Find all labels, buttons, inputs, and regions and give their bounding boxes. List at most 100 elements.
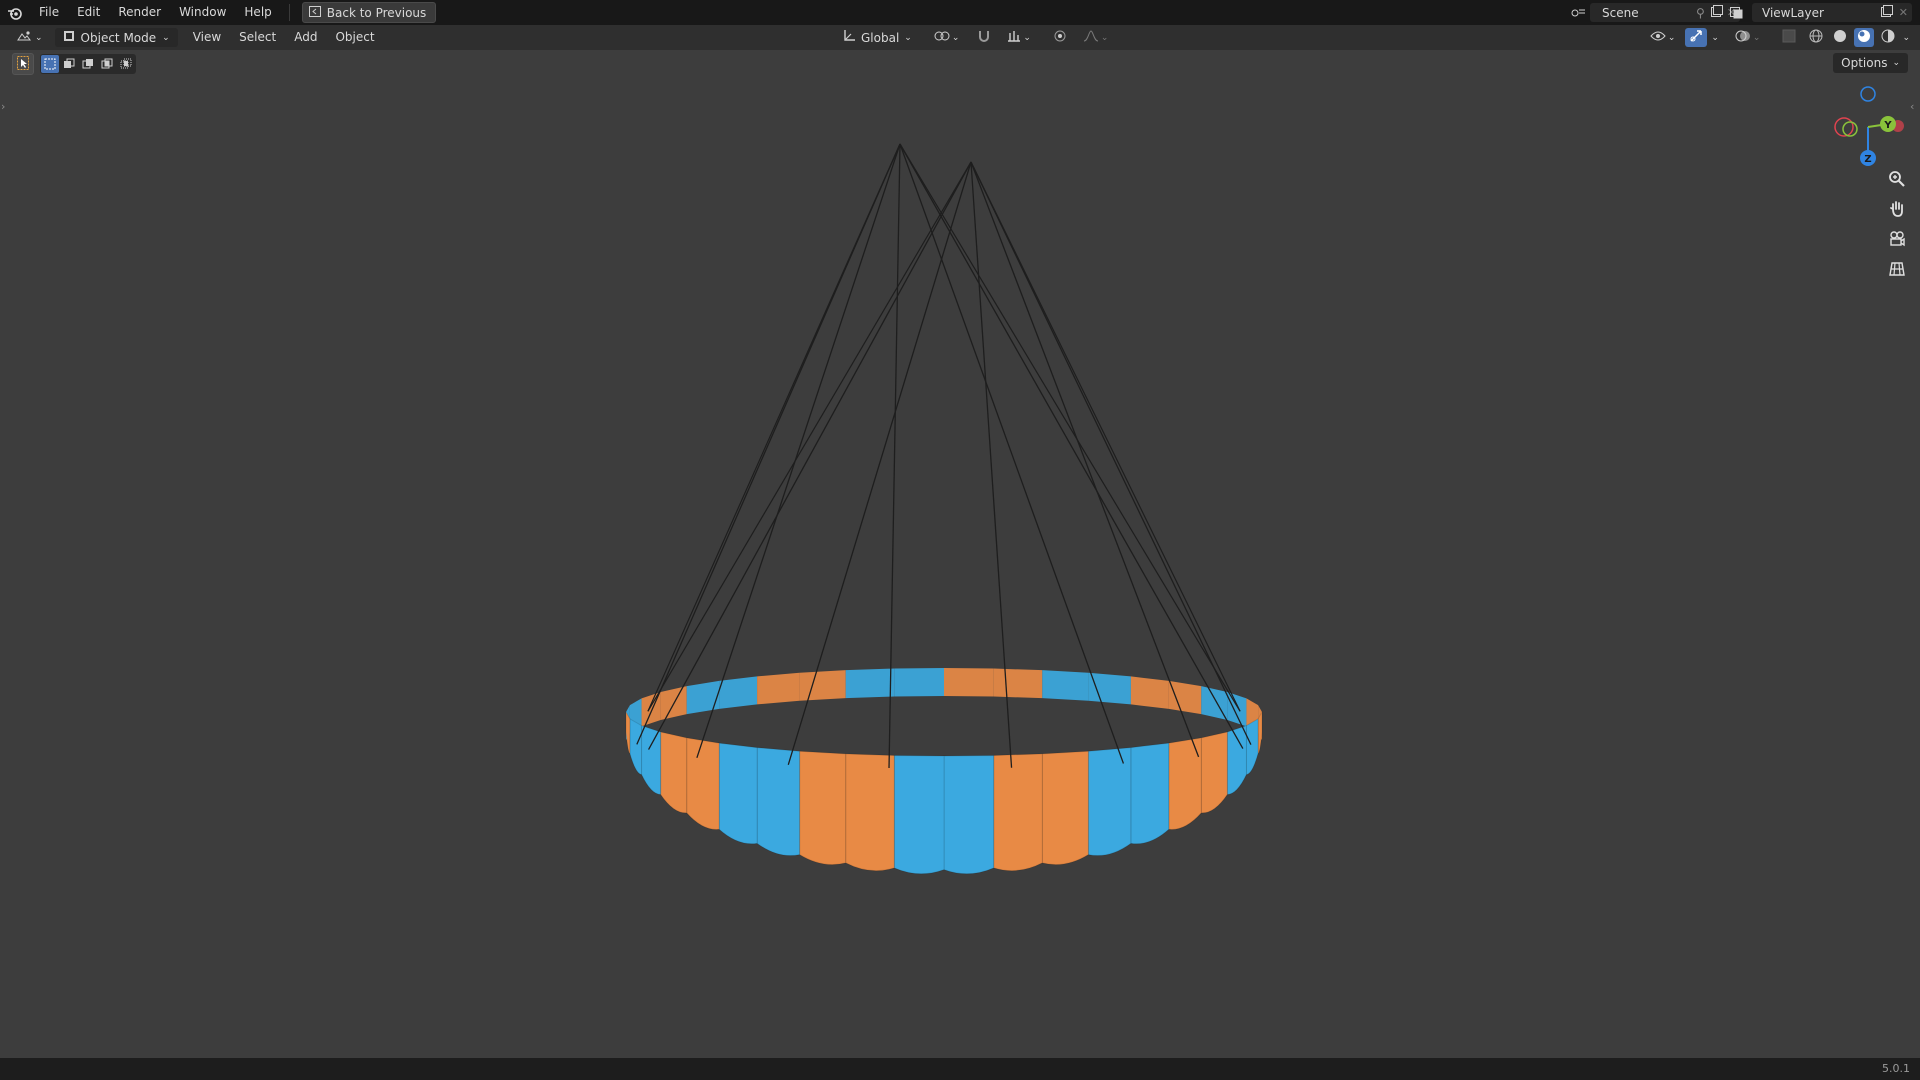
canopy-cell bbox=[845, 753, 895, 872]
menu-add[interactable]: Add bbox=[285, 25, 326, 50]
canopy-cell bbox=[1245, 718, 1259, 776]
viewlayer-selector[interactable]: ViewLayer ✕ bbox=[1730, 3, 1912, 22]
object-mode-label: Object Mode bbox=[80, 30, 157, 45]
canopy-cell bbox=[943, 754, 995, 875]
viewport-header: ⌄ Object Mode ⌄ View Select Add Object G… bbox=[0, 25, 1920, 50]
canopy-cell bbox=[1042, 670, 1089, 701]
canopy-cell bbox=[1257, 710, 1263, 755]
viewport-3d[interactable]: Y Z bbox=[0, 50, 1920, 1058]
zoom-magnifier-icon bbox=[1888, 170, 1906, 192]
snap-target-selector[interactable]: ⌄ bbox=[1001, 28, 1037, 47]
editor-type-selector[interactable]: ⌄ bbox=[10, 28, 49, 47]
chevron-down-icon: ⌄ bbox=[35, 32, 43, 43]
canopy-cell bbox=[1227, 692, 1247, 727]
status-bar: 5.0.1 bbox=[0, 1058, 1920, 1080]
transform-orientation-label: Global bbox=[861, 30, 900, 45]
blender-logo-icon[interactable] bbox=[0, 0, 30, 25]
orientation-axes-icon bbox=[842, 29, 856, 46]
suspension-line bbox=[970, 161, 1252, 745]
canopy-cell bbox=[757, 672, 800, 705]
back-to-previous-button[interactable]: Back to Previous bbox=[301, 2, 437, 23]
proportional-editing-toggle[interactable] bbox=[1047, 28, 1073, 47]
suspension-line bbox=[970, 161, 1241, 712]
canopy-cell bbox=[1226, 724, 1247, 795]
suspension-line bbox=[647, 143, 901, 712]
canopy-cell bbox=[1200, 731, 1228, 814]
material-sphere-icon bbox=[1856, 28, 1872, 47]
eye-icon bbox=[1650, 30, 1666, 45]
canopy-cell bbox=[629, 718, 643, 776]
scene-name[interactable]: Scene bbox=[1602, 6, 1696, 20]
pin-icon[interactable]: ⚲ bbox=[1696, 6, 1705, 20]
canopy-cell bbox=[1088, 672, 1131, 705]
solid-sphere-icon bbox=[1832, 28, 1848, 47]
gizmo-y-label: Y bbox=[1883, 120, 1892, 131]
navigation-gizmo[interactable]: Y Z bbox=[1834, 86, 1904, 166]
canopy-cell bbox=[1087, 747, 1132, 857]
delete-viewlayer-icon[interactable]: ✕ bbox=[1899, 6, 1908, 19]
menu-help[interactable]: Help bbox=[235, 0, 280, 25]
scene-icon bbox=[1566, 7, 1590, 19]
falloff-curve-icon bbox=[1083, 30, 1099, 45]
editor-type-icon bbox=[16, 30, 32, 45]
canopy-cell bbox=[1130, 676, 1169, 709]
object-visibility-selector[interactable]: ⌄ bbox=[1644, 28, 1682, 47]
rendered-sphere-icon bbox=[1880, 28, 1896, 47]
gizmo-neg-z-handle[interactable] bbox=[1860, 86, 1876, 102]
ortho-perspective-button[interactable] bbox=[1883, 257, 1911, 285]
object-mode-icon bbox=[63, 30, 75, 45]
parachute-canopy[interactable] bbox=[625, 668, 1263, 875]
gizmo-z-label: Z bbox=[1864, 154, 1871, 165]
menu-object[interactable]: Object bbox=[326, 25, 383, 50]
object-mode-selector[interactable]: Object Mode ⌄ bbox=[54, 28, 178, 47]
camera-view-button[interactable] bbox=[1883, 227, 1911, 255]
chevron-down-icon[interactable]: ⌄ bbox=[1711, 33, 1719, 43]
overlays-toggle[interactable]: ⌄ bbox=[1729, 28, 1767, 47]
menu-window[interactable]: Window bbox=[170, 0, 235, 25]
shading-solid-button[interactable] bbox=[1830, 28, 1850, 47]
menu-edit[interactable]: Edit bbox=[68, 0, 109, 25]
canopy-cell bbox=[686, 680, 720, 715]
zoom-button[interactable] bbox=[1883, 167, 1911, 195]
new-viewlayer-icon[interactable] bbox=[1880, 5, 1893, 20]
viewlayer-name[interactable]: ViewLayer bbox=[1762, 6, 1881, 20]
canopy-cell bbox=[756, 747, 801, 857]
menu-select[interactable]: Select bbox=[230, 25, 285, 50]
chevron-down-icon: ⌄ bbox=[904, 32, 912, 43]
xray-toggle[interactable] bbox=[1776, 28, 1802, 47]
canopy-cell bbox=[1130, 742, 1170, 845]
camera-icon bbox=[1888, 230, 1906, 252]
canopy-cell bbox=[799, 670, 846, 701]
pan-button[interactable] bbox=[1883, 197, 1911, 225]
shading-wireframe-button[interactable] bbox=[1806, 28, 1826, 47]
transform-orientation-selector[interactable]: Global ⌄ bbox=[836, 28, 918, 47]
hand-pan-icon bbox=[1888, 200, 1906, 222]
snap-toggle[interactable] bbox=[971, 28, 997, 47]
new-scene-icon[interactable] bbox=[1710, 5, 1723, 20]
viewport-display-tools: ⌄ ⌄ ⌄ ⌄ bbox=[1644, 28, 1910, 47]
chevron-down-icon: ⌄ bbox=[1023, 32, 1031, 43]
pivot-point-selector[interactable]: ⌄ bbox=[928, 28, 966, 47]
shading-rendered-button[interactable] bbox=[1878, 28, 1898, 47]
menu-render[interactable]: Render bbox=[109, 0, 170, 25]
pivot-point-icon bbox=[934, 29, 950, 46]
proportional-falloff-selector[interactable]: ⌄ bbox=[1077, 28, 1115, 47]
canopy-cell bbox=[686, 737, 720, 830]
transform-tools: Global ⌄ ⌄ ⌄ ⌄ bbox=[836, 28, 1114, 47]
top-bar: File Edit Render Window Help Back to Pre… bbox=[0, 0, 1920, 25]
gizmo-icon bbox=[1689, 29, 1703, 46]
chevron-down-icon: ⌄ bbox=[1752, 32, 1761, 43]
grid-perspective-icon bbox=[1888, 260, 1906, 282]
back-to-previous-label: Back to Previous bbox=[326, 5, 427, 20]
menu-file[interactable]: File bbox=[30, 0, 68, 25]
chevron-down-icon[interactable]: ⌄ bbox=[1902, 33, 1910, 43]
menu-view[interactable]: View bbox=[184, 25, 230, 50]
canopy-cell bbox=[944, 668, 994, 697]
chevron-down-icon: ⌄ bbox=[162, 32, 170, 43]
scene-selector[interactable]: Scene ⚲ ✕ bbox=[1571, 3, 1740, 22]
snap-magnet-icon bbox=[977, 29, 991, 46]
canopy-cell bbox=[799, 750, 847, 866]
snap-increment-icon bbox=[1007, 29, 1021, 46]
shading-material-button[interactable] bbox=[1854, 28, 1875, 47]
gizmo-toggle[interactable] bbox=[1685, 28, 1708, 47]
